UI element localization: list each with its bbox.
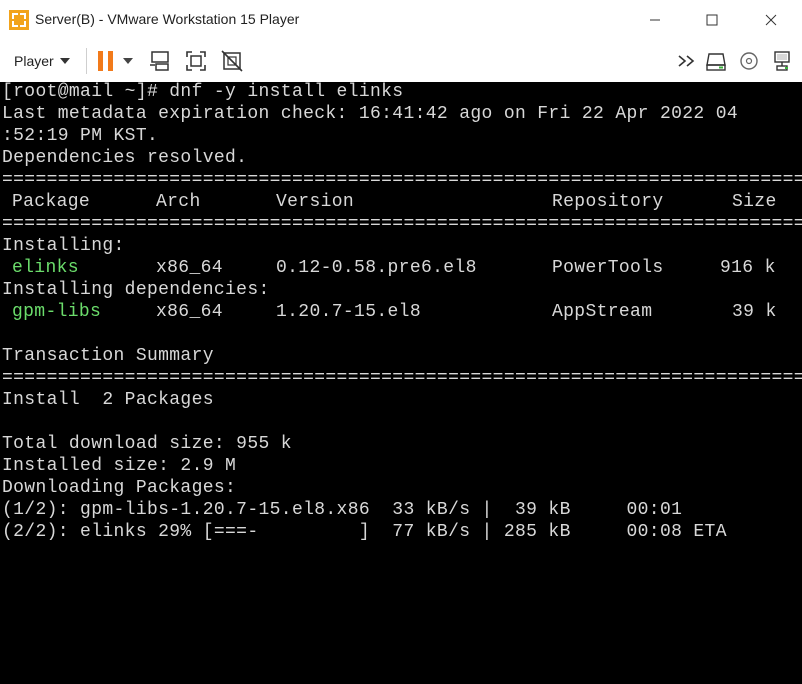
- unity-disabled-icon: [221, 50, 243, 72]
- header-version: Version: [276, 192, 355, 212]
- hard-disk-device-button[interactable]: [703, 48, 729, 74]
- vm-toolbar: Player: [0, 40, 802, 83]
- dependencies-resolved-line: Dependencies resolved.: [2, 148, 248, 168]
- separator-rule: ========================================…: [2, 170, 802, 190]
- header-repository: Repository: [552, 192, 664, 212]
- installed-size-line: Installed size: 2.9 M: [2, 456, 237, 476]
- minimize-button[interactable]: [631, 0, 679, 40]
- maximize-button[interactable]: [688, 0, 736, 40]
- close-icon: [765, 14, 777, 26]
- separator-rule: ========================================…: [2, 214, 802, 234]
- separator-rule: ========================================…: [2, 368, 802, 388]
- pause-button[interactable]: [93, 48, 119, 74]
- transaction-summary-heading: Transaction Summary: [2, 346, 214, 366]
- maximize-icon: [706, 14, 718, 26]
- chevron-down-icon: [123, 58, 133, 64]
- pause-icon: [98, 51, 113, 71]
- header-arch: Arch: [156, 192, 201, 212]
- power-options-dropdown[interactable]: [118, 48, 138, 74]
- package-size: 39 k: [732, 302, 777, 322]
- cd-dvd-icon: [740, 52, 758, 70]
- chevron-down-icon: [59, 58, 70, 64]
- player-menu-button[interactable]: Player: [6, 47, 76, 75]
- double-chevron-right-icon: [678, 55, 695, 67]
- package-name: elinks: [12, 258, 79, 278]
- package-version: 1.20.7-15.el8: [276, 302, 421, 322]
- package-name: gpm-libs: [12, 302, 102, 322]
- toolbar-divider: [86, 48, 87, 74]
- package-version: 0.12-0.58.pre6.el8: [276, 258, 477, 278]
- download-progress-line: (1/2): gpm-libs-1.20.7-15.el8.x86 33 kB/…: [2, 500, 683, 520]
- downloading-packages-line: Downloading Packages:: [2, 478, 237, 498]
- network-adapter-icon: [774, 51, 790, 71]
- hard-disk-icon: [706, 53, 726, 71]
- metadata-expiration-line-wrap: :52:19 PM KST.: [2, 126, 159, 146]
- fit-guest-button[interactable]: [183, 48, 209, 74]
- network-computer-icon: [150, 51, 169, 71]
- network-adapter-device-button[interactable]: [769, 48, 795, 74]
- vmware-app-icon: [9, 10, 29, 30]
- package-arch: x86_64: [156, 302, 223, 322]
- header-package: Package: [12, 192, 91, 212]
- more-devices-button[interactable]: [674, 48, 700, 74]
- installing-dependencies-label: Installing dependencies:: [2, 280, 270, 300]
- title-bar: Server(B) - VMware Workstation 15 Player: [0, 0, 802, 41]
- installing-label: Installing:: [2, 236, 125, 256]
- unity-button[interactable]: [219, 48, 245, 74]
- package-repository: AppStream: [552, 302, 653, 322]
- prompt-command-line: [root@mail ~]# dnf -y install elinks: [2, 82, 404, 102]
- header-size: Size: [732, 192, 777, 212]
- vm-console[interactable]: [root@mail ~]# dnf -y install elinks Las…: [0, 82, 802, 684]
- package-repository: PowerTools: [552, 258, 664, 278]
- send-ctrl-alt-del-button[interactable]: [147, 48, 173, 74]
- package-arch: x86_64: [156, 258, 223, 278]
- download-progress-line: (2/2): elinks 29% [===- ] 77 kB/s | 285 …: [2, 522, 727, 542]
- package-size: 916 k: [720, 258, 776, 278]
- minimize-icon: [650, 19, 660, 21]
- metadata-expiration-line: Last metadata expiration check: 16:41:42…: [2, 104, 739, 124]
- total-download-size-line: Total download size: 955 k: [2, 434, 292, 454]
- vmware-player-window: Server(B) - VMware Workstation 15 Player…: [0, 0, 802, 684]
- cd-dvd-device-button[interactable]: [736, 48, 762, 74]
- window-title: Server(B) - VMware Workstation 15 Player: [35, 11, 300, 27]
- install-count-line: Install 2 Packages: [2, 390, 214, 410]
- player-menu-label: Player: [14, 53, 54, 69]
- close-button[interactable]: [747, 0, 795, 40]
- fit-screen-icon: [186, 51, 206, 71]
